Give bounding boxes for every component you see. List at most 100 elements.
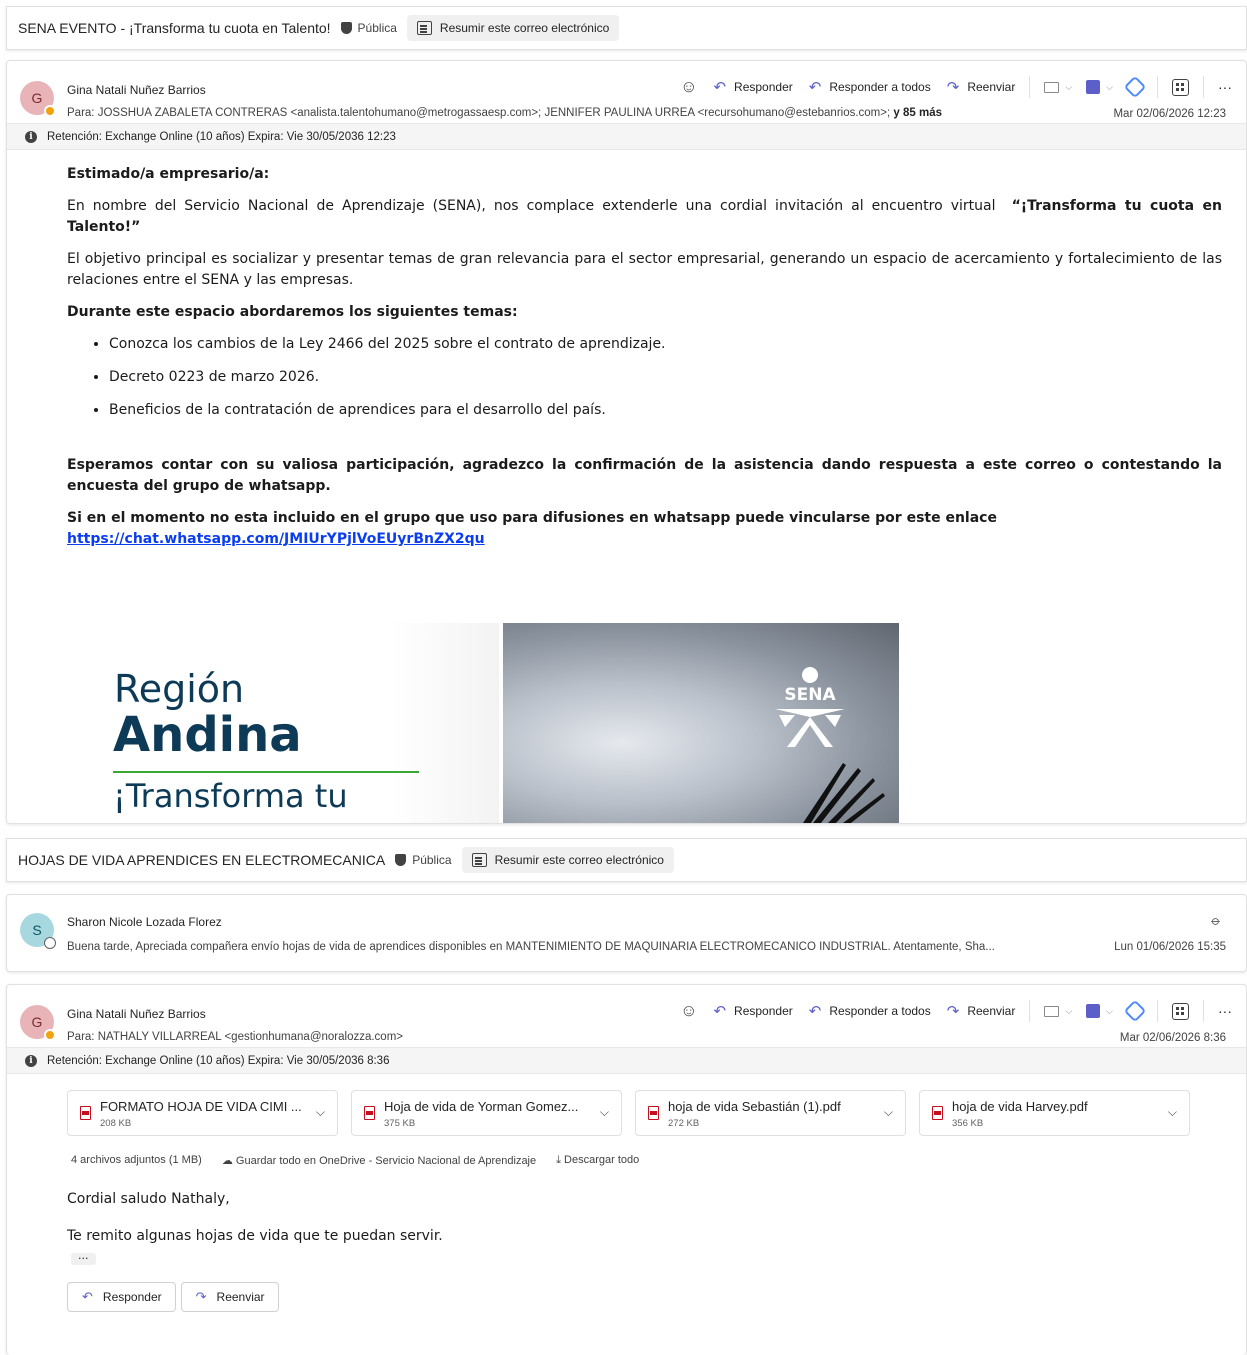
- attachment-card[interactable]: Hoja de vida de Yorman Gomez... 375 KB ⌵: [351, 1090, 622, 1136]
- greeting: Estimado/a empresario/a:: [67, 166, 270, 182]
- topics-heading: Durante este espacio abordaremos los sig…: [67, 304, 518, 320]
- message-header: G Gina Natali Nuñez Barrios Para: NATHAL…: [7, 985, 1246, 1047]
- sender-name[interactable]: Gina Natali Nuñez Barrios: [67, 83, 206, 97]
- to-label: Para:: [67, 107, 95, 119]
- banner-tagline: ¡Transforma tu: [113, 777, 348, 815]
- recipients-line[interactable]: Para: NATHALY VILLARREAL <gestionhumana@…: [67, 1031, 403, 1043]
- more-options-dropdown[interactable]: ⌵: [1044, 1005, 1073, 1017]
- attachment-card[interactable]: hoja de vida Harvey.pdf 356 KB ⌵: [919, 1090, 1190, 1136]
- summarize-label: Resumir este correo electrónico: [439, 21, 610, 35]
- attachment-size: 375 KB: [384, 1118, 416, 1129]
- chevron-down-icon[interactable]: ⌵: [316, 1105, 325, 1120]
- link-intro: Si en el momento no esta incluido en el …: [67, 510, 997, 526]
- reply-button[interactable]: ↶ Responder: [713, 78, 792, 96]
- pdf-file-icon: [364, 1106, 375, 1120]
- chevron-down-icon[interactable]: ⌵: [1168, 1105, 1177, 1120]
- forward-button[interactable]: ↷ Reenviar: [947, 78, 1016, 96]
- pdf-dropdown[interactable]: ⌵: [1086, 80, 1113, 94]
- reply-icon: ↶: [713, 79, 727, 96]
- divider: [1157, 1000, 1158, 1022]
- more-actions-button[interactable]: ···: [1218, 1003, 1232, 1019]
- forward-label: Reenviar: [967, 80, 1016, 94]
- reply-all-button[interactable]: ↶ Responder a todos: [809, 78, 931, 96]
- avatar[interactable]: S: [20, 913, 56, 949]
- reply-all-button[interactable]: ↶ Responder a todos: [809, 1002, 931, 1020]
- show-more-button[interactable]: ···: [71, 1253, 96, 1265]
- more-options-dropdown[interactable]: ⌵: [1044, 81, 1072, 93]
- react-emoji-icon[interactable]: ☺: [680, 77, 697, 97]
- react-emoji-icon[interactable]: ☺: [680, 1001, 697, 1021]
- message-actions: ☺ ↶ Responder ↶ Responder a todos ↷ Reenvia…: [680, 999, 1232, 1023]
- attachment-card[interactable]: hoja de vida Sebastián (1).pdf 272 KB ⌵: [635, 1090, 906, 1136]
- paragraph-objective: El objetivo principal es socializar y pr…: [67, 251, 1222, 288]
- chevron-down-icon[interactable]: ⌵: [884, 1105, 893, 1120]
- reply-button[interactable]: ↶ Responder: [713, 1002, 792, 1020]
- email2-subject: HOJAS DE VIDA APRENDICES EN ELECTROMECAN…: [18, 852, 386, 868]
- avatar-letter: G: [31, 1014, 43, 1030]
- attachment-name: hoja de vida Harvey.pdf: [952, 1099, 1088, 1114]
- summarize-button[interactable]: Resumir este correo electrónico: [461, 847, 674, 873]
- email2-subject-bar: HOJAS DE VIDA APRENDICES EN ELECTROMECAN…: [6, 838, 1247, 882]
- sena-logo-text: SENA: [784, 685, 836, 705]
- closing-paragraph: Esperamos contar con su valiosa particip…: [67, 457, 1222, 494]
- email2-message-card: G Gina Natali Nuñez Barrios Para: NATHAL…: [6, 984, 1247, 1355]
- apps-icon: [1172, 78, 1189, 96]
- sensitivity-badge[interactable]: Pública: [395, 853, 452, 867]
- more-recipients-link[interactable]: y 85 más: [893, 107, 942, 119]
- invitation-text: En nombre del Servicio Nacional de Apren…: [67, 198, 996, 214]
- forward-icon: ↷: [946, 79, 960, 96]
- presence-away-icon: [44, 105, 56, 117]
- envelope-icon: [1044, 1005, 1060, 1017]
- greeting: Cordial saludo Nathaly,: [67, 1191, 230, 1207]
- reply-all-icon: ↶: [808, 79, 822, 96]
- recipients-line[interactable]: Para: JOSSHUA ZABALETA CONTRERAS <analis…: [67, 107, 942, 119]
- event-banner-image: Región Andina ¡Transforma tu SENA: [69, 623, 899, 823]
- retention-text: Retención: Exchange Online (10 años) Exp…: [47, 130, 396, 143]
- forward-button[interactable]: ↷ Reenviar: [180, 1282, 279, 1312]
- to-recipients[interactable]: JOSSHUA ZABALETA CONTRERAS <analista.tal…: [98, 107, 890, 119]
- sender-name[interactable]: Sharon Nicole Lozada Florez: [67, 915, 222, 929]
- summarize-button[interactable]: Resumir este correo electrónico: [406, 15, 620, 41]
- apps-button[interactable]: [1172, 1002, 1189, 1020]
- collapsed-message-card[interactable]: S Sharon Nicole Lozada Florez Buena tard…: [6, 894, 1247, 972]
- message-date: Mar 02/06/2026 12:23: [1113, 108, 1226, 120]
- list-item: Beneficios de la contratación de aprendi…: [109, 400, 1222, 421]
- attachment-size: 208 KB: [100, 1118, 132, 1129]
- avatar-letter: G: [31, 90, 43, 106]
- pdf-dropdown[interactable]: ⌵: [1086, 1004, 1113, 1018]
- summary-icon: [416, 21, 432, 35]
- forward-button[interactable]: ↷ Reenviar: [947, 1002, 1016, 1020]
- pdf-file-icon: [648, 1106, 659, 1120]
- message-actions: ☺ ↶ Responder ↶ Responder a todos ↷ Reenvia…: [680, 75, 1232, 99]
- chevron-down-icon[interactable]: ⌵: [600, 1105, 609, 1120]
- chevron-down-icon: ⌵: [1065, 1005, 1073, 1016]
- attachment-name: hoja de vida Sebastián (1).pdf: [668, 1099, 841, 1114]
- loop-button[interactable]: [1123, 999, 1147, 1023]
- attachment-card[interactable]: FORMATO HOJA DE VIDA CIMI ... 208 KB ⌵: [67, 1090, 338, 1136]
- sensitivity-badge[interactable]: Pública: [340, 21, 397, 35]
- message-header: G Gina Natali Nuñez Barrios Para: JOSSHU…: [7, 61, 1246, 123]
- reply-button[interactable]: ↶ Responder: [67, 1282, 176, 1312]
- avatar[interactable]: G: [20, 81, 56, 117]
- list-item: Decreto 0223 de marzo 2026.: [109, 367, 1222, 388]
- email1-message-card: G Gina Natali Nuñez Barrios Para: JOSSHU…: [6, 60, 1247, 824]
- pdf-file-icon: [80, 1106, 91, 1120]
- loop-icon: [1123, 75, 1147, 99]
- banner-divider: [113, 771, 419, 773]
- topics-list: Conozca los cambios de la Ley 2466 del 2…: [109, 334, 1222, 421]
- loop-button[interactable]: [1123, 75, 1147, 99]
- more-actions-button[interactable]: ···: [1218, 79, 1232, 95]
- attachment-name: Hoja de vida de Yorman Gomez...: [384, 1099, 579, 1114]
- download-all-button[interactable]: ⤓ Descargar todo: [556, 1154, 639, 1167]
- avatar[interactable]: G: [20, 1005, 56, 1041]
- forward-icon: ↷: [195, 1289, 207, 1304]
- reply-all-label: Responder a todos: [829, 80, 931, 94]
- attachments-summary: 4 archivos adjuntos (1 MB): [71, 1154, 202, 1166]
- sender-name[interactable]: Gina Natali Nuñez Barrios: [67, 1007, 206, 1021]
- message-date: Mar 02/06/2026 8:36: [1119, 1032, 1226, 1044]
- apps-button[interactable]: [1172, 78, 1189, 96]
- reply-icon: ↶: [82, 1289, 93, 1304]
- save-to-onedrive-button[interactable]: ☁ Guardar todo en OneDrive - Servicio Na…: [222, 1154, 536, 1167]
- whatsapp-link[interactable]: https://chat.whatsapp.com/JMIUrYPjlVoEUy…: [67, 531, 485, 547]
- to-recipients[interactable]: NATHALY VILLARREAL <gestionhumana@noralo…: [98, 1031, 403, 1043]
